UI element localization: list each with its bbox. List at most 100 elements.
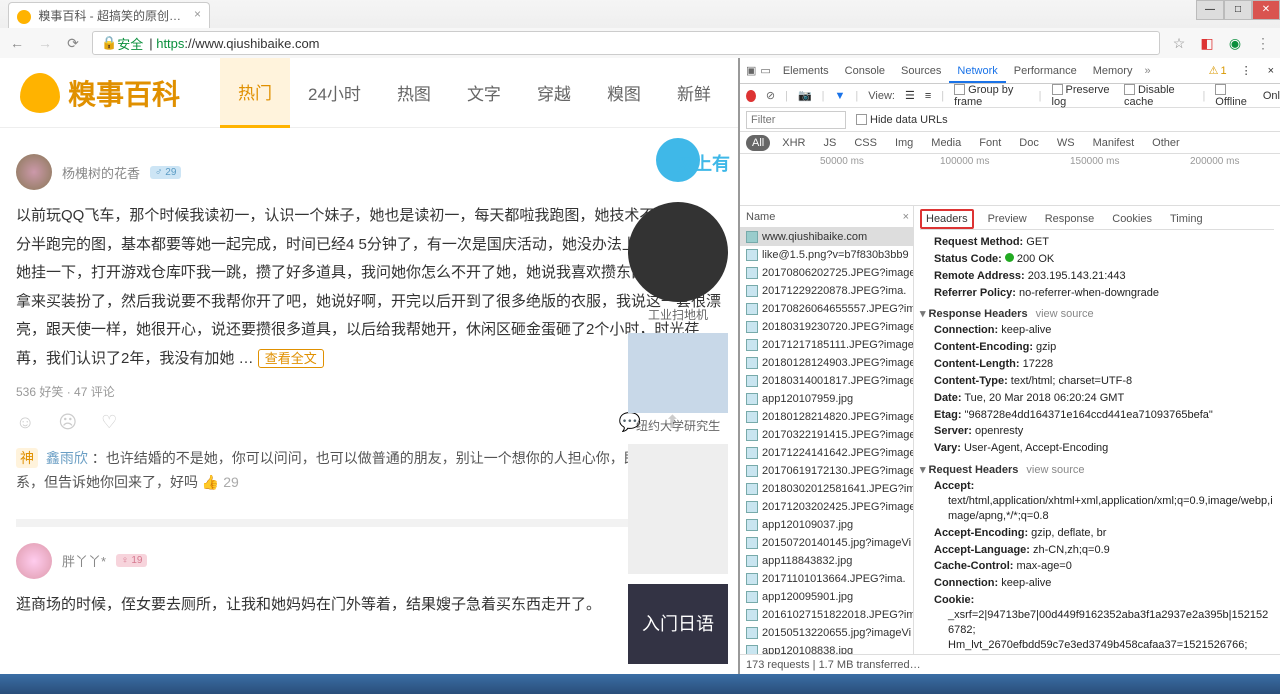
request-row[interactable]: 20171229220878.JPEG?ima. — [740, 282, 913, 300]
devtools-tab[interactable]: Performance — [1006, 61, 1085, 81]
type-filter[interactable]: All — [746, 135, 770, 151]
reload-button[interactable]: ⟳ — [64, 34, 82, 52]
throttle-select[interactable]: Onl — [1263, 90, 1280, 102]
request-row[interactable]: app118843832.jpg — [740, 552, 913, 570]
ad-card[interactable] — [618, 444, 738, 574]
view-source-link[interactable]: view source — [1026, 464, 1084, 476]
nav-item[interactable]: 新鲜 — [659, 58, 729, 128]
request-row[interactable]: 20171101013664.JPEG?ima. — [740, 570, 913, 588]
detail-tab[interactable]: Response — [1041, 211, 1099, 227]
nav-item[interactable]: 穿越 — [519, 58, 589, 128]
request-row[interactable]: 20180314001817.JPEG?image. — [740, 372, 913, 390]
request-row[interactable]: 20170826064655557.JPEG?ima — [740, 300, 913, 318]
post-username[interactable]: 杨槐树的花香 — [62, 163, 140, 182]
timeline[interactable]: 50000 ms 100000 ms 150000 ms 200000 ms — [740, 154, 1280, 206]
devtools-tab[interactable]: Console — [837, 61, 893, 81]
name-column-header[interactable]: Name× — [740, 206, 913, 228]
request-row[interactable]: 20171203202425.JPEG?image. — [740, 498, 913, 516]
devtools-menu-icon[interactable]: ⋮ — [1235, 64, 1258, 77]
devtools-tab[interactable]: Sources — [893, 61, 949, 81]
comment-username[interactable]: 鑫雨欣 — [46, 450, 88, 466]
request-row[interactable]: 20150513220655.jpg?imageVi — [740, 624, 913, 642]
ad-card[interactable]: 入门日语 — [618, 584, 738, 664]
site-logo[interactable]: 糗事百科 — [20, 73, 180, 113]
type-filter[interactable]: XHR — [776, 135, 811, 151]
type-filter[interactable]: Img — [889, 135, 919, 151]
group-by-frame-checkbox[interactable]: Group by frame — [954, 84, 1029, 108]
request-row[interactable]: 20180128124903.JPEG?image. — [740, 354, 913, 372]
request-row[interactable]: 20180302012581641.JPEG?ima. — [740, 480, 913, 498]
browser-tab[interactable]: 糗事百科 - 超搞笑的原创… × — [8, 2, 210, 28]
detail-tab[interactable]: Timing — [1166, 211, 1207, 227]
nav-item[interactable]: 热图 — [379, 58, 449, 128]
request-row[interactable]: 20150720140145.jpg?imageVi — [740, 534, 913, 552]
detail-tab[interactable]: Cookies — [1108, 211, 1156, 227]
request-row[interactable]: 20170806202725.JPEG?image. — [740, 264, 913, 282]
inspect-icon[interactable]: ▣ — [746, 64, 756, 77]
request-headers-toggle[interactable]: Request Headersview source — [920, 461, 1274, 478]
window-close-button[interactable]: ✕ — [1252, 0, 1280, 20]
hide-data-urls-checkbox[interactable]: Hide data URLs — [856, 114, 948, 126]
type-filter[interactable]: Manifest — [1087, 135, 1141, 151]
disable-cache-checkbox[interactable]: Disable cache — [1124, 84, 1192, 108]
read-more-button[interactable]: 查看全文 — [258, 349, 324, 368]
view-large-icon[interactable]: ☰ — [905, 89, 915, 102]
request-row[interactable]: 20170619172130.JPEG?image. — [740, 462, 913, 480]
window-maximize-button[interactable]: □ — [1224, 0, 1252, 20]
request-row[interactable]: app120108838.jpg — [740, 642, 913, 654]
back-button[interactable]: ← — [8, 34, 26, 52]
thumb-icon[interactable]: 👍 — [202, 474, 223, 490]
window-minimize-button[interactable]: — — [1196, 0, 1224, 20]
devtools-tab[interactable]: Elements — [775, 61, 837, 81]
request-row[interactable]: 20180319230720.JPEG?image. — [740, 318, 913, 336]
promo-text[interactable]: 网上有 — [618, 150, 738, 176]
request-row[interactable]: 20161027151822018.JPEG?ima. — [740, 606, 913, 624]
devtools-close-icon[interactable]: × — [1262, 65, 1280, 77]
request-row[interactable]: app120109037.jpg — [740, 516, 913, 534]
request-row[interactable]: like@1.5.png?v=b7f830b3bb9 — [740, 246, 913, 264]
nav-item[interactable]: 糗图 — [589, 58, 659, 128]
heart-icon[interactable]: ♡ — [101, 412, 117, 433]
type-filter[interactable]: WS — [1051, 135, 1081, 151]
request-row[interactable]: 20170322191415.JPEG?image. — [740, 426, 913, 444]
star-icon[interactable]: ☆ — [1170, 34, 1188, 52]
type-filter[interactable]: Media — [925, 135, 967, 151]
ad-card[interactable]: 工业扫地机 — [618, 202, 738, 323]
request-row[interactable]: app120095901.jpg — [740, 588, 913, 606]
windows-taskbar[interactable] — [0, 674, 1280, 694]
type-filter[interactable]: Doc — [1013, 135, 1045, 151]
detail-tab[interactable]: Preview — [984, 211, 1031, 227]
camera-icon[interactable]: 📷 — [798, 89, 812, 102]
extension-icon-2[interactable]: ◉ — [1226, 34, 1244, 52]
extension-icon[interactable]: ◧ — [1198, 34, 1216, 52]
nav-item[interactable]: 24小时 — [290, 58, 379, 128]
warning-badge[interactable]: ⚠ 1 — [1209, 64, 1231, 77]
nav-item[interactable]: 热门 — [220, 58, 290, 128]
device-icon[interactable]: ▭ — [760, 64, 770, 77]
clear-icon[interactable]: ⊘ — [766, 89, 775, 102]
close-detail-icon[interactable]: × — [903, 211, 909, 223]
menu-icon[interactable]: ⋮ — [1254, 34, 1272, 52]
address-bar[interactable]: 🔒 安全 | https://www.qiushibaike.com — [92, 31, 1160, 55]
detail-tab[interactable]: Headers — [920, 209, 974, 229]
request-row[interactable]: www.qiushibaike.com — [740, 228, 913, 246]
type-filter[interactable]: JS — [817, 135, 842, 151]
filter-icon[interactable]: ▼ — [835, 90, 846, 102]
type-filter[interactable]: Font — [973, 135, 1007, 151]
smile-icon[interactable]: ☺ — [16, 412, 34, 433]
avatar[interactable] — [16, 543, 52, 579]
close-icon[interactable]: × — [194, 7, 201, 21]
request-row[interactable]: 20171224141642.JPEG?image. — [740, 444, 913, 462]
devtools-tab[interactable]: Memory — [1085, 61, 1141, 81]
type-filter[interactable]: Other — [1146, 135, 1186, 151]
offline-checkbox[interactable]: Offline — [1215, 84, 1253, 108]
request-row[interactable]: app120107959.jpg — [740, 390, 913, 408]
ad-card[interactable]: 纽约大学研究生 — [618, 333, 738, 434]
response-headers-toggle[interactable]: Response Headersview source — [920, 305, 1274, 322]
filter-input[interactable] — [746, 111, 846, 129]
view-source-link[interactable]: view source — [1036, 308, 1094, 320]
preserve-log-checkbox[interactable]: Preserve log — [1052, 84, 1114, 108]
view-small-icon[interactable]: ≡ — [925, 90, 931, 102]
request-row[interactable]: 20180128214820.JPEG?image. — [740, 408, 913, 426]
type-filter[interactable]: CSS — [848, 135, 883, 151]
